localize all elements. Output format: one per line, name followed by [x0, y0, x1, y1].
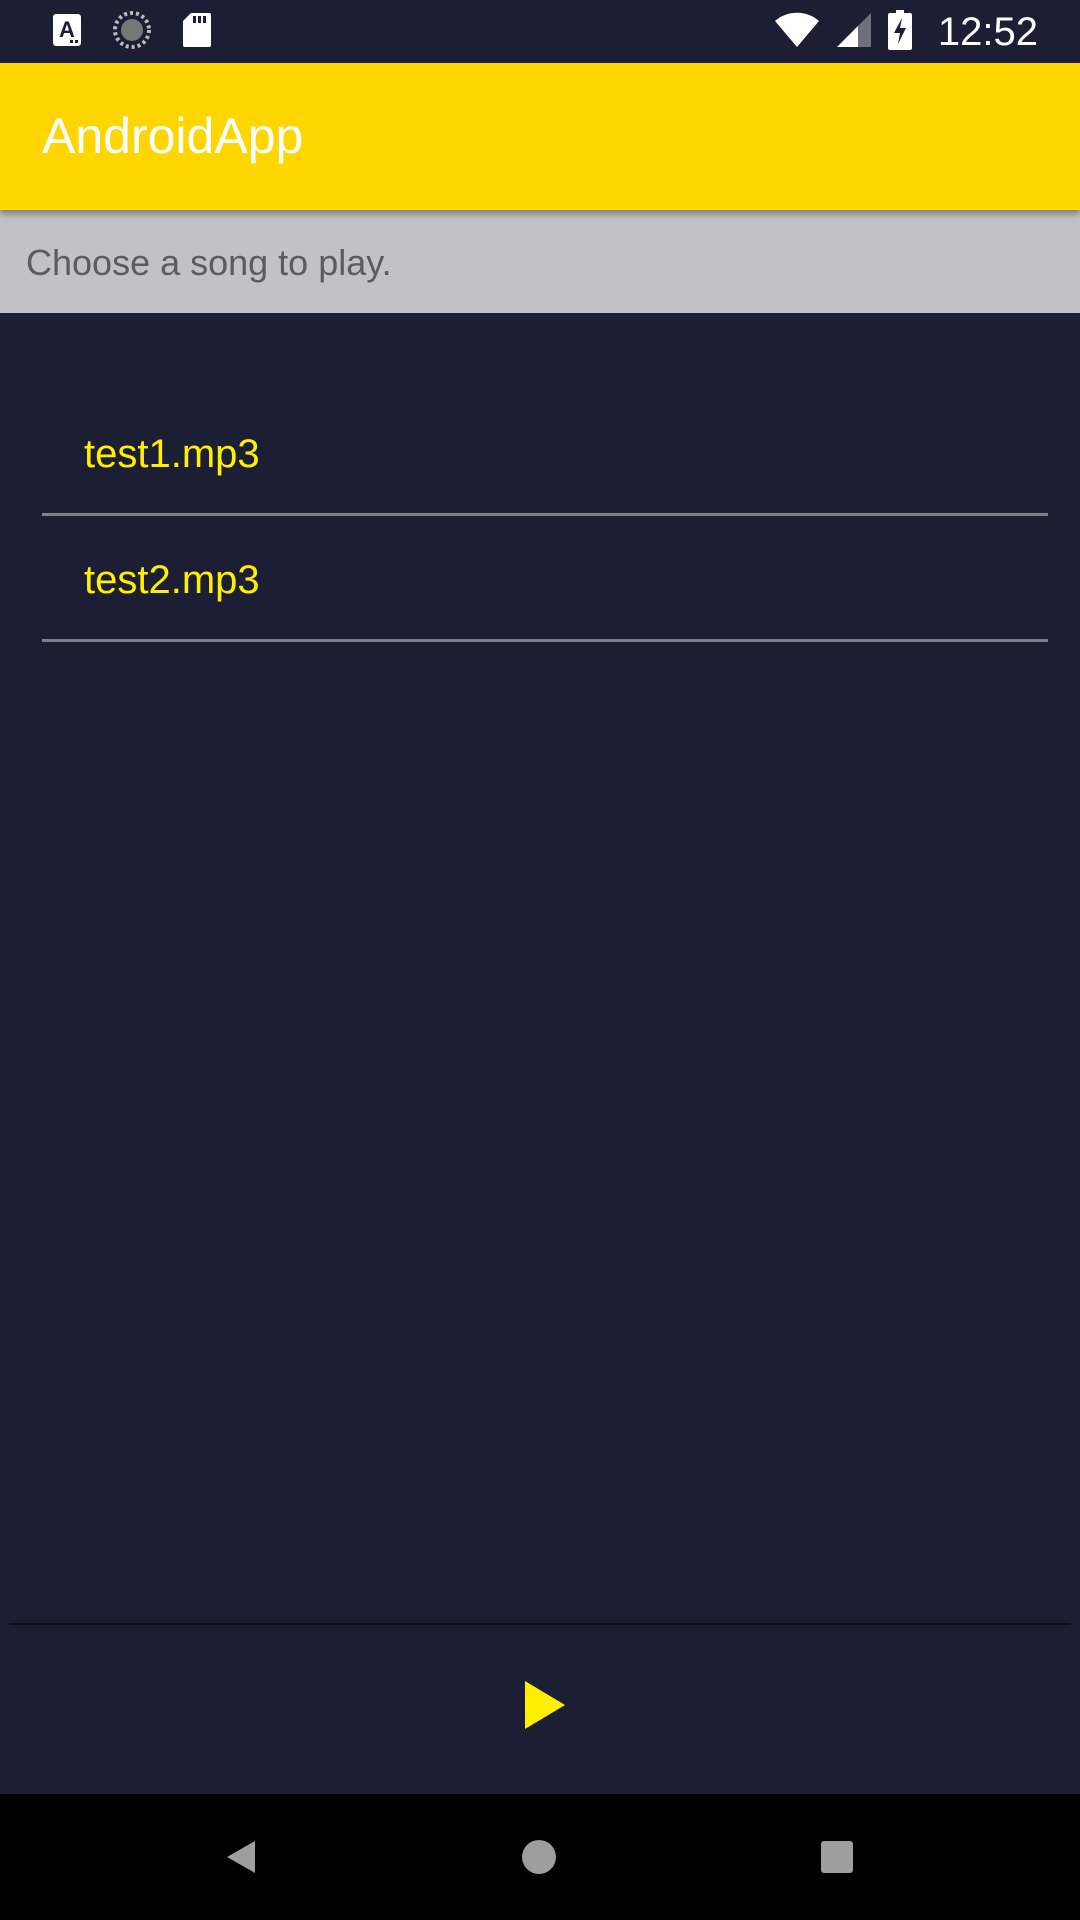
status-time: 12:52 [937, 9, 1038, 54]
back-icon [227, 1841, 255, 1873]
home-icon [522, 1840, 556, 1874]
song-list-item[interactable]: test2.mp3 [42, 516, 1048, 642]
status-left-icons: A [52, 10, 212, 55]
song-list-item[interactable]: test1.mp3 [42, 390, 1048, 516]
prompt-text: Choose a song to play. [26, 242, 392, 283]
nav-bar [0, 1794, 1080, 1920]
prompt-banner: Choose a song to play. [0, 210, 1080, 313]
recent-apps-icon [821, 1841, 853, 1873]
cell-signal-icon [836, 12, 872, 53]
nav-back-button[interactable] [181, 1794, 301, 1920]
wifi-icon [774, 12, 820, 53]
play-button[interactable] [515, 1675, 575, 1735]
nav-home-button[interactable] [479, 1794, 599, 1920]
status-bar: A 12:52 [0, 0, 1080, 63]
loading-circle-icon [112, 10, 152, 55]
font-a-icon: A [52, 13, 82, 52]
nav-recent-apps-button[interactable] [777, 1794, 897, 1920]
screen: A 12:52 AndroidApp Choose a song to play… [0, 0, 1080, 1920]
player-divider [9, 1623, 1071, 1625]
battery-charging-icon [887, 9, 912, 55]
song-label: test2.mp3 [84, 558, 260, 602]
sd-card-icon [182, 12, 212, 53]
play-icon [525, 1681, 565, 1729]
song-list: test1.mp3 test2.mp3 [42, 390, 1048, 642]
app-title: AndroidApp [42, 108, 304, 164]
song-label: test1.mp3 [84, 432, 260, 476]
svg-text:A: A [59, 17, 75, 42]
status-right-icons: 12:52 [774, 8, 1038, 56]
app-bar: AndroidApp [0, 63, 1080, 210]
